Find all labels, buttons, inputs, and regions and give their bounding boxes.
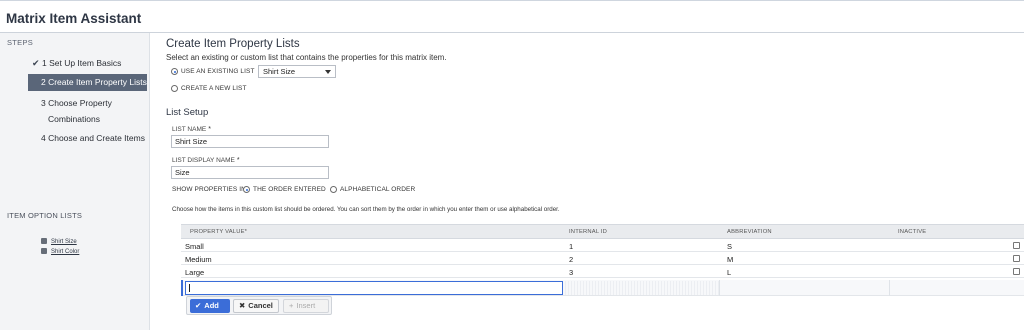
option-list-link-shirt-size[interactable]: Shirt Size <box>41 238 77 245</box>
page-title: Create Item Property Lists <box>166 38 300 50</box>
list-icon <box>41 248 47 254</box>
steps-heading: STEPS <box>7 38 34 47</box>
new-row-editor <box>181 280 1024 296</box>
existing-list-value: Shirt Size <box>263 67 296 76</box>
step-3-choose-property-combinations[interactable]: 3 Choose Property Combinations <box>41 95 112 127</box>
list-display-name-input[interactable]: Size <box>171 166 329 179</box>
row-action-bar: ✔ Add ✖ Cancel + Insert <box>186 296 332 315</box>
existing-list-select[interactable]: Shirt Size <box>258 65 336 78</box>
list-name-label: LIST NAME * <box>172 126 211 133</box>
cell-property-value: Small <box>185 242 204 251</box>
text-cursor <box>189 284 190 292</box>
item-option-lists-heading: ITEM OPTION LISTS <box>7 211 83 220</box>
app-title: Matrix Item Assistant <box>6 11 142 26</box>
step-label: 4 Choose and Create Items <box>41 133 145 143</box>
inactive-checkbox[interactable] <box>1013 255 1020 262</box>
column-header-property-value[interactable]: PROPERTY VALUE* <box>190 229 247 235</box>
table-row[interactable]: Medium 2 M <box>181 253 1024 265</box>
step-label-line2: Combinations <box>48 114 100 124</box>
inactive-checkbox[interactable] <box>1013 268 1020 275</box>
active-row-marker <box>181 280 183 296</box>
required-mark: * <box>208 126 211 133</box>
use-existing-list-label: USE AN EXISTING LIST <box>181 68 255 75</box>
column-header-inactive[interactable]: INACTIVE <box>898 229 926 235</box>
cell-divider <box>719 280 720 296</box>
top-border <box>0 0 1024 1</box>
step-label: 1 Set Up Item Basics <box>42 58 122 68</box>
page-subtitle: Select an existing or custom list that c… <box>166 53 447 62</box>
show-properties-label: SHOW PROPERTIES IN <box>172 186 246 193</box>
plus-icon: + <box>289 301 294 310</box>
internal-id-cell-blank[interactable] <box>565 281 719 295</box>
cell-abbreviation: S <box>727 242 733 251</box>
cell-internal-id: 1 <box>569 242 574 251</box>
cell-abbreviation: M <box>727 255 734 264</box>
list-icon <box>41 238 47 244</box>
list-display-name-label: LIST DISPLAY NAME * <box>172 157 240 164</box>
table-row[interactable]: Large 3 L <box>181 266 1024 278</box>
cell-internal-id: 3 <box>569 268 574 277</box>
caret-down-icon <box>325 70 331 74</box>
cancel-button[interactable]: ✖ Cancel <box>233 299 279 313</box>
step-label: 2 Create Item Property Lists <box>41 77 147 87</box>
cell-internal-id: 2 <box>569 255 574 264</box>
required-mark: * <box>244 229 248 235</box>
close-icon: ✖ <box>239 301 246 310</box>
step-2-create-item-property-lists[interactable]: 2 Create Item Property Lists <box>28 74 147 91</box>
cell-abbreviation: L <box>727 268 732 277</box>
list-name-input[interactable]: Shirt Size <box>171 135 329 148</box>
property-value-edit-input[interactable] <box>185 281 563 295</box>
title-divider <box>0 32 1024 33</box>
step-1-set-up-item-basics[interactable]: ✔ 1 Set Up Item Basics <box>32 55 121 71</box>
step-label-line1: 3 Choose Property <box>41 98 112 108</box>
list-setup-heading: List Setup <box>166 107 209 118</box>
table-row[interactable]: Small 1 S <box>181 240 1024 252</box>
alphabetical-order-radio[interactable] <box>330 186 337 193</box>
create-new-list-radio[interactable] <box>171 85 178 92</box>
inactive-checkbox[interactable] <box>1013 242 1020 249</box>
add-button[interactable]: ✔ Add <box>190 299 230 313</box>
step-4-choose-and-create-items[interactable]: 4 Choose and Create Items <box>41 130 145 146</box>
steps-sidebar: STEPS ✔ 1 Set Up Item Basics 2 Create Ite… <box>0 33 150 330</box>
insert-button[interactable]: + Insert <box>283 299 329 313</box>
column-header-internal-id[interactable]: INTERNAL ID <box>569 229 607 235</box>
alphabetical-order-label: ALPHABETICAL ORDER <box>340 186 416 193</box>
checkmark-icon: ✔ <box>32 58 40 68</box>
ordering-help-text: Choose how the items in this custom list… <box>172 206 560 213</box>
use-existing-list-radio[interactable] <box>171 68 178 75</box>
cell-divider <box>889 280 890 296</box>
check-icon: ✔ <box>195 301 202 310</box>
required-mark: * <box>236 157 240 164</box>
column-header-abbreviation[interactable]: ABBREVIATION <box>727 229 772 235</box>
cell-property-value: Large <box>185 268 205 277</box>
create-new-list-label: CREATE A NEW LIST <box>181 85 247 92</box>
grid-header: PROPERTY VALUE* INTERNAL ID ABBREVIATION… <box>181 224 1024 239</box>
order-entered-label: THE ORDER ENTERED <box>253 186 326 193</box>
option-list-link-shirt-color[interactable]: Shirt Color <box>41 248 79 255</box>
order-entered-radio[interactable] <box>243 186 250 193</box>
cell-property-value: Medium <box>185 255 212 264</box>
